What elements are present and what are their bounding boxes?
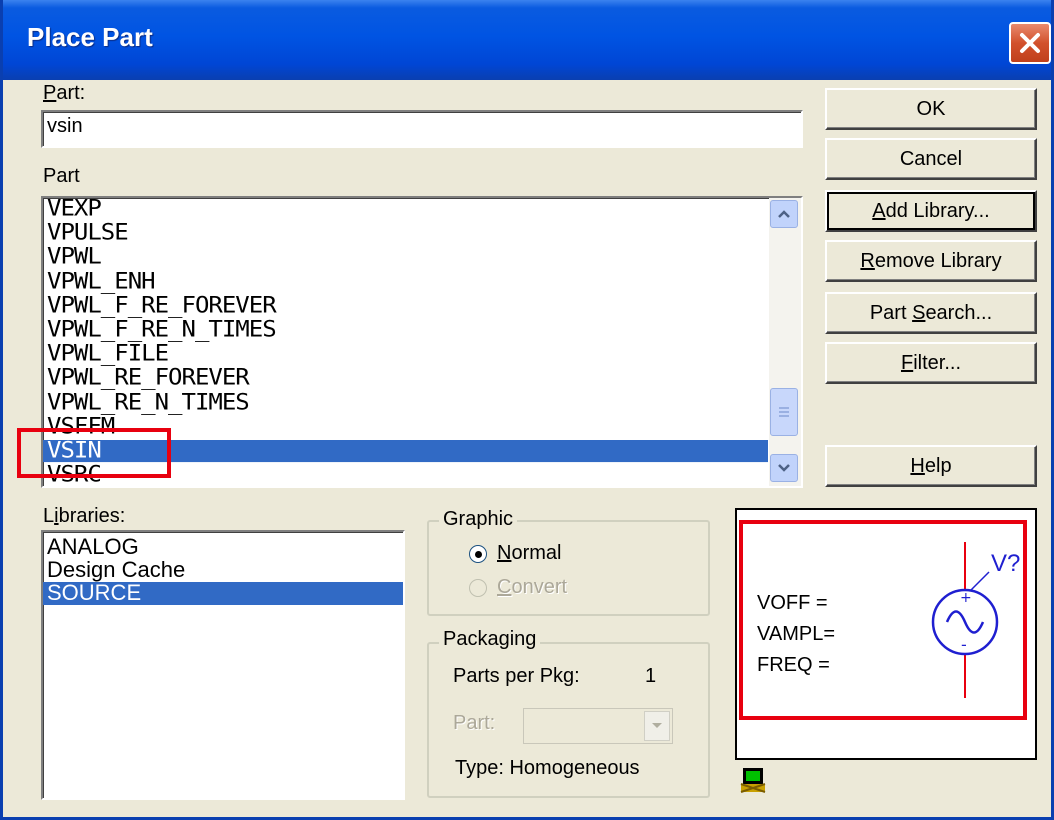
cancel-button[interactable]: Cancel — [825, 138, 1037, 180]
list-item[interactable]: VPWL_RE_FOREVER — [43, 366, 768, 389]
list-item[interactable]: VPWL — [43, 245, 768, 268]
list-item-selected[interactable]: SOURCE — [43, 582, 403, 605]
part-field-label: Part: — [43, 82, 86, 104]
list-item[interactable]: Design Cache — [43, 559, 403, 582]
graphic-group — [427, 520, 710, 616]
part-list-scrollbar[interactable] — [769, 198, 801, 486]
add-library-button[interactable]: Add Library... — [825, 190, 1037, 232]
part-preview: VOFF = VAMPL= FREQ = + - V? — [735, 508, 1037, 760]
library-icon[interactable] — [739, 766, 767, 794]
normal-radio-label[interactable]: Normal — [497, 542, 561, 565]
packaging-group-title: Packaging — [439, 628, 541, 651]
schematic-icon — [740, 768, 766, 793]
list-item[interactable]: ANALOG — [43, 536, 403, 559]
chevron-down-icon — [652, 723, 662, 728]
part-select-label: Part: — [453, 712, 496, 734]
list-item[interactable]: VPWL_ENH — [43, 270, 768, 293]
scroll-thumb[interactable] — [770, 388, 798, 436]
remove-library-button[interactable]: Remove Library — [825, 240, 1037, 282]
list-item[interactable]: VPWL_F_RE_N_TIMES — [43, 318, 768, 341]
ok-button[interactable]: OK — [825, 88, 1037, 130]
list-item[interactable]: VEXP — [43, 198, 768, 220]
scroll-up-button[interactable] — [770, 200, 798, 228]
part-search-button[interactable]: Part Search... — [825, 292, 1037, 334]
convert-radio-label[interactable]: Convert — [497, 576, 567, 599]
list-item[interactable]: VPWL_RE_N_TIMES — [43, 390, 768, 414]
list-item[interactable]: VPWL_FILE — [43, 342, 768, 365]
annotation-highlight-preview — [739, 520, 1027, 720]
graphic-group-title: Graphic — [439, 508, 518, 531]
close-icon — [1020, 33, 1040, 53]
dropdown-button[interactable] — [644, 711, 670, 741]
list-item[interactable]: VPULSE — [43, 221, 768, 244]
libraries-list[interactable]: ANALOG Design Cache SOURCE — [41, 530, 405, 800]
help-button[interactable]: Help — [825, 445, 1037, 487]
title-bar[interactable]: Place Part — [3, 0, 1051, 80]
window-title: Place Part — [27, 22, 153, 52]
libraries-label: Libraries: — [43, 505, 126, 527]
parts-per-pkg-label: Parts per Pkg: — [453, 665, 580, 687]
chevron-down-icon — [778, 464, 790, 472]
normal-radio[interactable] — [469, 545, 487, 563]
grip-icon — [779, 407, 789, 417]
annotation-highlight-vsin — [17, 428, 171, 478]
parts-per-pkg-value: 1 — [645, 665, 657, 687]
close-button[interactable] — [1009, 22, 1051, 64]
part-name-input[interactable]: vsin — [41, 110, 803, 148]
part-list-label: Part — [43, 165, 80, 187]
convert-radio[interactable] — [469, 579, 487, 597]
place-part-dialog: Place Part Part: vsin Part VEXP VPULSE V… — [0, 0, 1054, 820]
list-item[interactable]: VPWL_F_RE_FOREVER — [43, 294, 768, 317]
scroll-down-button[interactable] — [770, 454, 798, 482]
part-select-dropdown[interactable] — [523, 708, 673, 744]
package-type-label: Type: Homogeneous — [455, 757, 640, 779]
chevron-up-icon — [778, 210, 790, 218]
filter-button[interactable]: Filter... — [825, 342, 1037, 384]
